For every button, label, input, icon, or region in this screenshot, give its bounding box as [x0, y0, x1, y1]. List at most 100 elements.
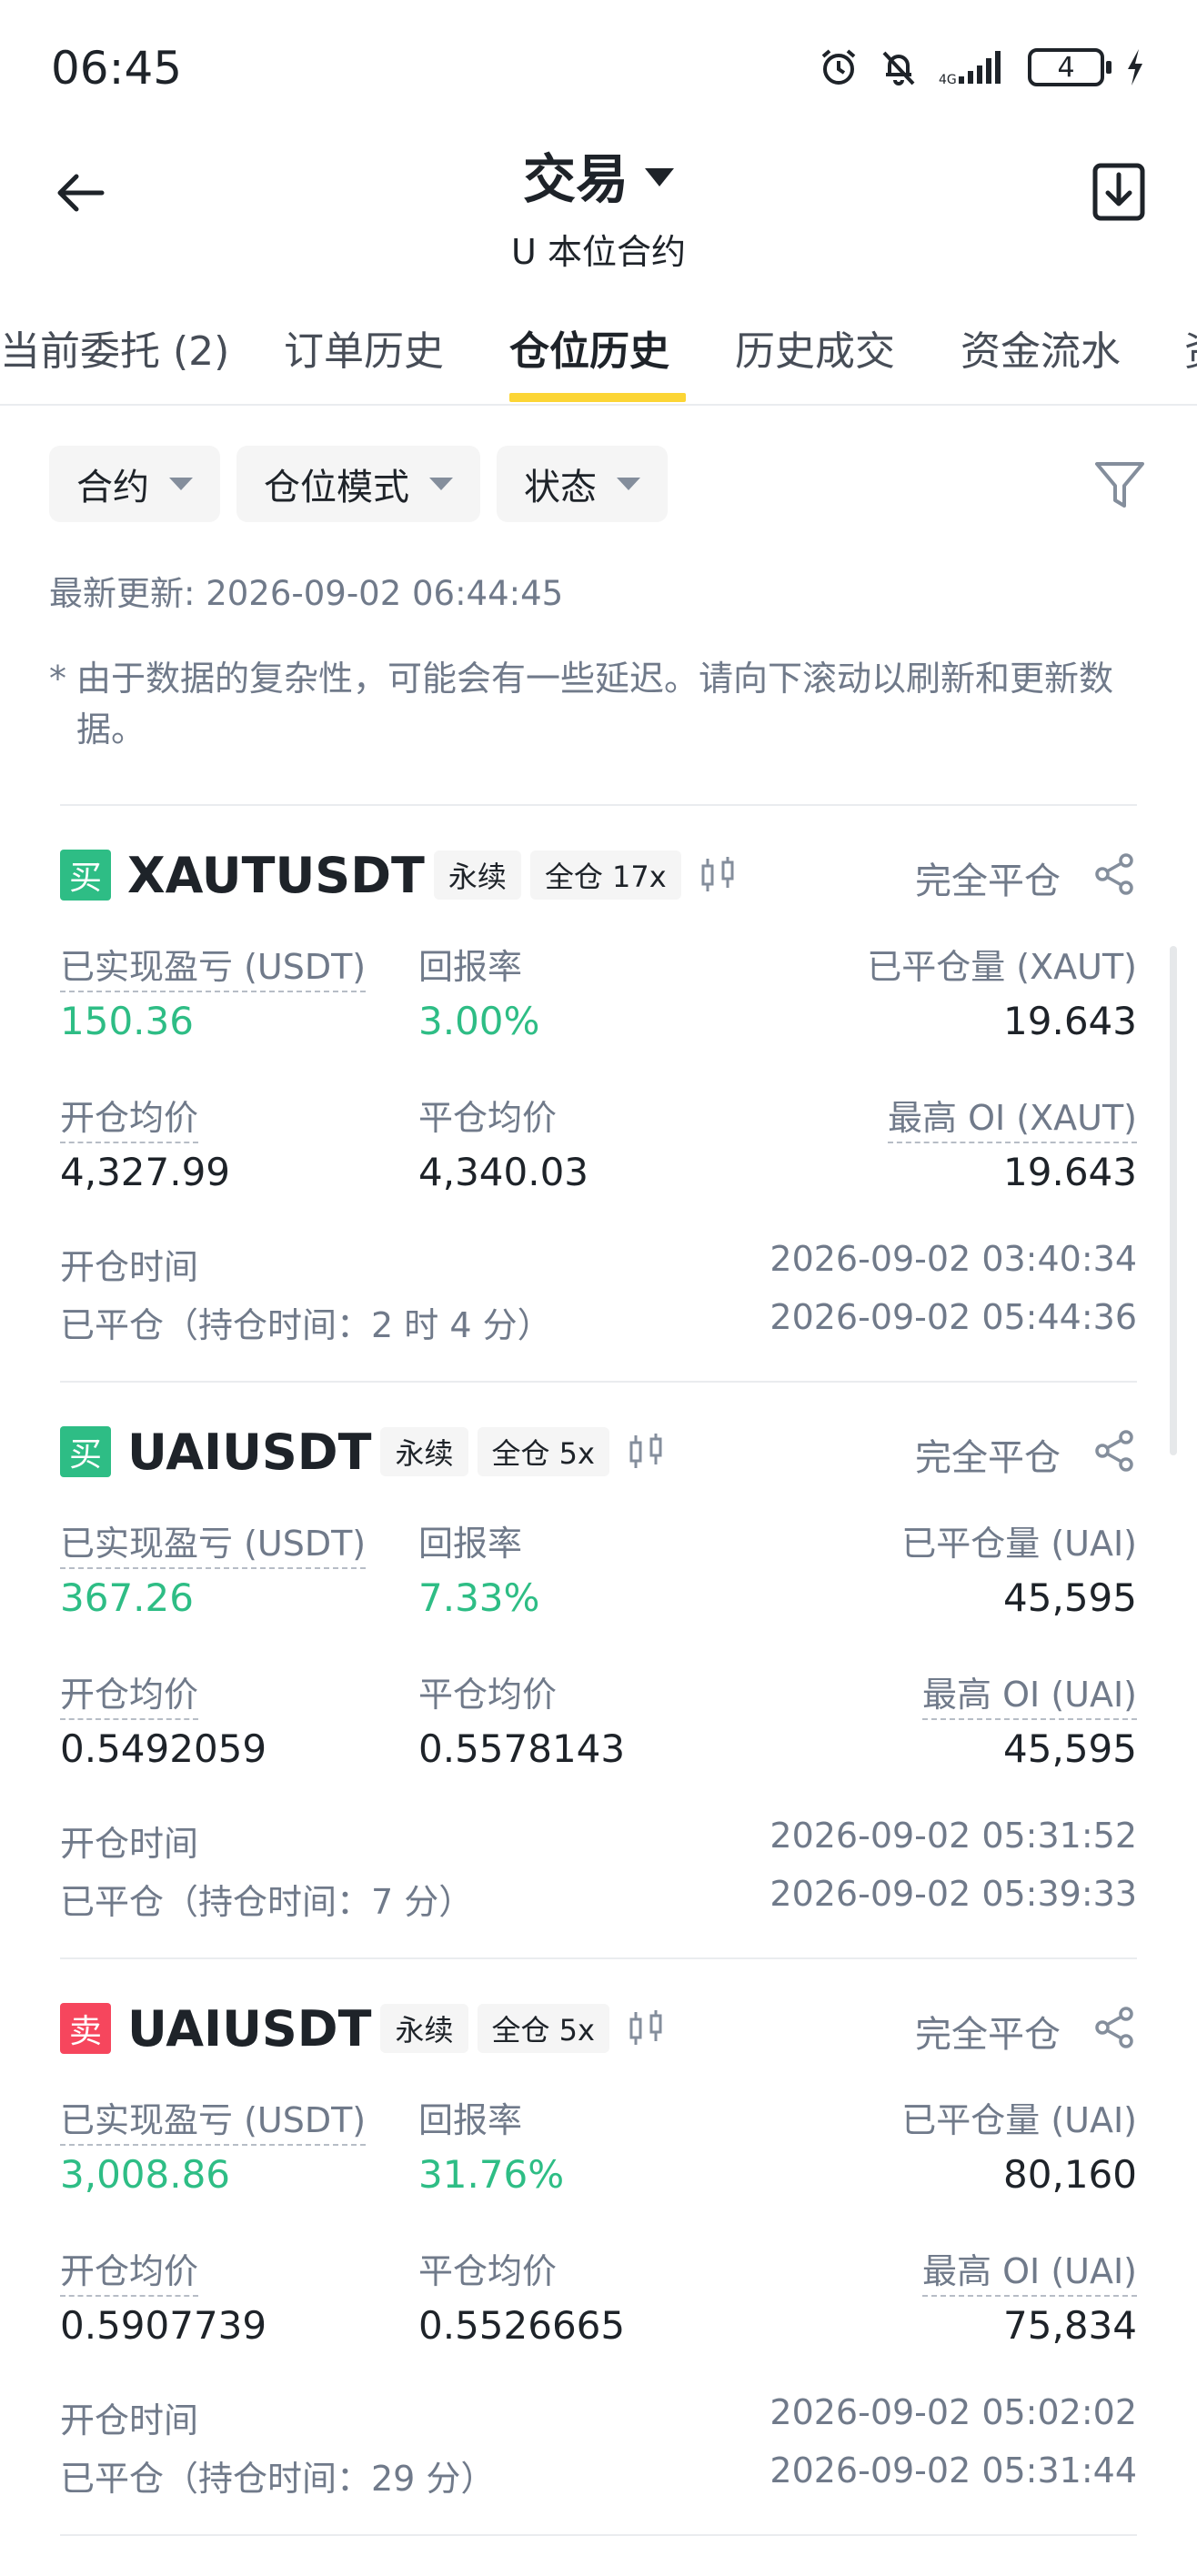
- closed-qty-label: 已平仓量 (UAI): [901, 1524, 1137, 1564]
- entry-price-label[interactable]: 开仓均价: [60, 1666, 199, 1720]
- exit-price-value: 0.5526665: [418, 2303, 626, 2348]
- funnel-filter-icon[interactable]: [1091, 457, 1148, 513]
- realized-pnl-label[interactable]: 已实现盈亏 (USDT): [60, 1515, 367, 1569]
- svg-text:4G: 4G: [939, 73, 957, 87]
- card-header: 买 XAUTUSDT 永续 全仓 17x 完全平仓: [60, 839, 1137, 911]
- battery-icon: 4: [1028, 48, 1112, 86]
- tab-funding-flow[interactable]: 资金流水: [961, 318, 1121, 377]
- roi-label: 回报率: [418, 1524, 523, 1564]
- scrollbar[interactable]: [1170, 946, 1177, 1455]
- closed-qty-value: 80,160: [1003, 2152, 1137, 2197]
- page-subtitle: U 本位合约: [511, 232, 686, 272]
- title-block: 交易 U 本位合约: [0, 136, 1197, 274]
- exit-price-label: 平仓均价: [418, 1675, 558, 1715]
- chevron-down-icon: [429, 478, 453, 490]
- download-icon[interactable]: [1091, 162, 1146, 222]
- page-title-dropdown[interactable]: 交易: [523, 136, 674, 213]
- position-card[interactable]: 买 XAUTUSDT 永续 全仓 17x 完全平仓 已实现盈亏 (USDT) 回…: [60, 839, 1137, 1412]
- tab-order-history[interactable]: 订单历史: [284, 318, 444, 377]
- candlestick-chart-icon[interactable]: [698, 855, 738, 895]
- max-oi-label[interactable]: 最高 OI (UAI): [922, 2243, 1137, 2297]
- share-icon[interactable]: [1091, 2005, 1137, 2050]
- mute-bell-icon: [882, 51, 915, 86]
- realized-pnl-label[interactable]: 已实现盈亏 (USDT): [60, 939, 367, 992]
- note-asterisk: *: [49, 659, 66, 699]
- entry-price-value: 0.5907739: [60, 2303, 267, 2348]
- filter-status-label: 状态: [524, 467, 597, 508]
- close-time-value: 2026-09-02 05:44:36: [770, 1297, 1137, 1337]
- filter-position-mode[interactable]: 仓位模式: [236, 446, 480, 522]
- page-title: 交易: [522, 148, 629, 210]
- roi-label: 回报率: [418, 2100, 523, 2140]
- margin-leverage-tag: 全仓 5x: [477, 1427, 609, 1476]
- symbol[interactable]: XAUTUSDT: [127, 847, 425, 904]
- contract-type-tag: 永续: [433, 850, 521, 900]
- side-badge-buy: 买: [60, 1426, 111, 1477]
- margin-leverage-tag: 全仓 5x: [477, 2004, 609, 2053]
- tab-more[interactable]: 资: [1184, 318, 1197, 377]
- contract-type-tag: 永续: [380, 2004, 468, 2053]
- chevron-down-icon: [645, 168, 674, 186]
- exit-price-label: 平仓均价: [418, 1098, 558, 1138]
- last-updated: 最新更新: 2026-09-02 06:44:45: [49, 574, 564, 613]
- candlestick-chart-icon[interactable]: [626, 1432, 666, 1472]
- candlestick-chart-icon[interactable]: [626, 2008, 666, 2048]
- tab-bar: 当前委托 (2) 订单历史 仓位历史 历史成交 资金流水 资: [0, 309, 1197, 406]
- battery-level: 4: [1057, 51, 1075, 84]
- margin-leverage-tag: 全仓 17x: [529, 850, 681, 900]
- position-card[interactable]: 卖 UAIUSDT 永续 全仓 5x 完全平仓 已实现盈亏 (USDT) 回报率…: [60, 1992, 1137, 2565]
- card-header: 买 UAIUSDT 永续 全仓 5x 完全平仓: [60, 1415, 1137, 1488]
- tab-position-history[interactable]: 仓位历史: [509, 318, 669, 377]
- hold-duration: 已平仓（持仓时间：2 时 4 分）: [60, 1305, 552, 1345]
- close-status: 完全平仓: [915, 2014, 1061, 2056]
- realized-pnl-label[interactable]: 已实现盈亏 (USDT): [60, 2092, 367, 2146]
- realized-pnl-value: 150.36: [60, 999, 194, 1043]
- alarm-icon: [821, 49, 856, 85]
- entry-price-value: 4,327.99: [60, 1150, 231, 1194]
- realized-pnl-value: 367.26: [60, 1575, 194, 1620]
- roi-value: 3.00%: [418, 999, 540, 1043]
- divider: [60, 804, 1137, 806]
- exit-price-label: 平仓均价: [418, 2251, 558, 2291]
- close-time-value: 2026-09-02 05:39:33: [770, 1874, 1137, 1914]
- max-oi-label[interactable]: 最高 OI (XAUT): [888, 1090, 1137, 1143]
- open-time-value: 2026-09-02 05:31:52: [770, 1816, 1137, 1856]
- max-oi-value: 19.643: [1003, 1150, 1137, 1194]
- open-time-label: 开仓时间: [60, 1247, 199, 1287]
- symbol[interactable]: UAIUSDT: [127, 2000, 371, 2058]
- open-time-label: 开仓时间: [60, 1824, 199, 1864]
- entry-price-label[interactable]: 开仓均价: [60, 1090, 199, 1143]
- contract-type-tag: 永续: [380, 1427, 468, 1476]
- entry-price-label[interactable]: 开仓均价: [60, 2243, 199, 2297]
- share-icon[interactable]: [1091, 851, 1137, 897]
- max-oi-value: 75,834: [1003, 2303, 1137, 2348]
- side-badge-sell: 卖: [60, 2003, 111, 2054]
- status-time: 06:45: [51, 42, 183, 95]
- tab-trade-history[interactable]: 历史成交: [735, 318, 895, 377]
- filter-status[interactable]: 状态: [497, 446, 668, 522]
- tab-open-orders[interactable]: 当前委托 (2): [0, 318, 229, 377]
- roi-value: 31.76%: [418, 2152, 565, 2197]
- max-oi-label[interactable]: 最高 OI (UAI): [922, 1666, 1137, 1720]
- symbol[interactable]: UAIUSDT: [127, 1424, 371, 1481]
- signal-icon: 4G: [939, 51, 1001, 87]
- hold-duration: 已平仓（持仓时间：29 分）: [60, 2459, 496, 2499]
- status-icons: 4G 4: [819, 47, 1146, 87]
- roi-value: 7.33%: [418, 1575, 540, 1620]
- close-time-value: 2026-09-02 05:31:44: [770, 2450, 1137, 2490]
- charging-icon: [1128, 49, 1142, 86]
- card-header: 卖 UAIUSDT 永续 全仓 5x 完全平仓: [60, 1992, 1137, 2065]
- chevron-down-icon: [169, 478, 193, 490]
- position-card[interactable]: 买 UAIUSDT 永续 全仓 5x 完全平仓 已实现盈亏 (USDT) 回报率…: [60, 1415, 1137, 1988]
- page: 06:45 4G 4 交易 U 本位合约 当前委托 (2) 订单历史 仓位历史 …: [0, 0, 1197, 2576]
- open-time-value: 2026-09-02 05:02:02: [770, 2392, 1137, 2432]
- filter-contract[interactable]: 合约: [49, 446, 220, 522]
- open-time-value: 2026-09-02 03:40:34: [770, 1239, 1137, 1279]
- max-oi-value: 45,595: [1003, 1726, 1137, 1771]
- closed-qty-label: 已平仓量 (UAI): [901, 2100, 1137, 2140]
- filter-contract-label: 合约: [76, 467, 149, 508]
- share-icon[interactable]: [1091, 1428, 1137, 1474]
- active-tab-indicator: [509, 393, 686, 402]
- closed-qty-value: 45,595: [1003, 1575, 1137, 1620]
- filter-position-mode-label: 仓位模式: [264, 467, 409, 508]
